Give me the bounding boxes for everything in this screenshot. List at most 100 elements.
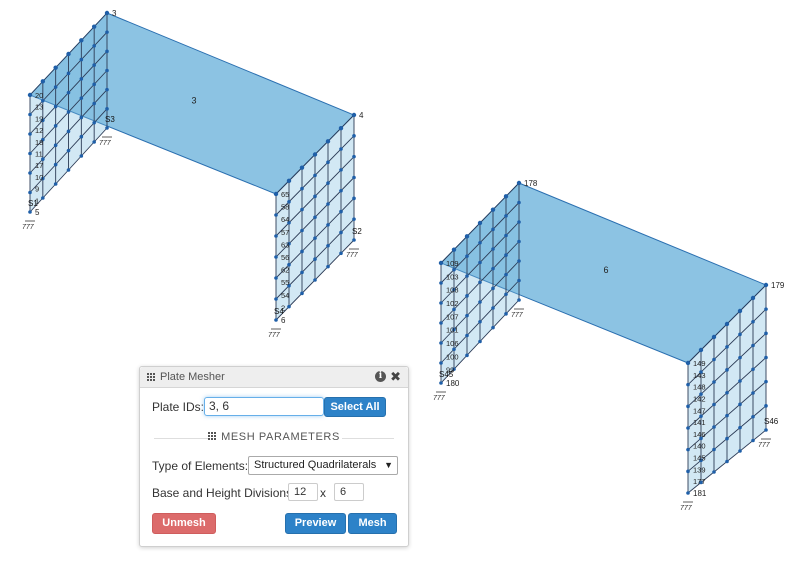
mesh-node[interactable] [53,182,58,186]
mesh-node[interactable] [339,147,343,151]
node-label[interactable]: 56 [281,253,289,262]
node-label[interactable]: 65 [281,190,289,199]
node-label[interactable]: 109 [446,259,459,268]
mesh-node[interactable] [738,355,742,360]
mesh-node[interactable] [92,82,96,87]
mesh-node[interactable] [313,194,317,199]
mesh-node[interactable] [27,92,33,98]
mesh-node[interactable] [105,68,109,73]
mesh-node[interactable] [751,438,755,443]
member-label[interactable]: S2 [352,227,362,236]
mesh-node[interactable] [66,168,71,172]
mesh-node[interactable] [105,87,109,92]
node-label[interactable]: 143 [693,371,706,380]
mesh-node[interactable] [53,65,58,70]
mesh-node[interactable] [478,240,482,245]
mesh-node[interactable] [312,152,318,157]
node-label[interactable]: 11 [35,150,43,159]
mesh-node[interactable] [338,125,344,131]
mesh-node[interactable] [504,214,508,218]
mesh-node[interactable] [274,318,278,322]
mesh-node[interactable] [91,24,97,29]
mesh-node[interactable] [439,301,443,305]
mesh-node[interactable] [504,233,508,238]
mesh-node[interactable] [478,280,482,285]
mesh-node[interactable] [79,115,84,120]
member-label[interactable]: S4 [274,307,284,316]
mesh-node[interactable] [326,264,330,269]
mesh-node[interactable] [105,107,109,111]
corner-node-label[interactable]: 3 [112,9,117,18]
mesh-node[interactable] [465,333,469,338]
mesh-node[interactable] [751,319,755,324]
mesh-node[interactable] [517,220,521,224]
mesh-node[interactable] [738,402,742,407]
mesh-node[interactable] [104,10,110,16]
mesh-node[interactable] [326,243,330,248]
close-icon[interactable]: ✖ [390,369,401,385]
mesh-node[interactable] [751,343,755,348]
mesh-node[interactable] [92,140,96,144]
mesh-node[interactable] [516,180,522,186]
mesh-node[interactable] [764,307,768,311]
height-divisions-input[interactable]: 6 [334,483,364,501]
unmesh-button[interactable]: Unmesh [152,513,216,534]
mesh-node[interactable] [725,413,729,418]
mesh-node[interactable] [339,188,343,193]
node-label[interactable]: 145 [693,454,706,463]
mesh-node[interactable] [439,361,443,365]
mesh-node[interactable] [313,236,317,240]
mesh-node[interactable] [685,360,691,366]
mesh-node[interactable] [503,194,509,199]
mesh-node[interactable] [504,292,508,297]
mesh-node[interactable] [738,425,742,430]
node-label[interactable]: 107 [446,312,459,321]
mesh-node[interactable] [712,470,716,474]
node-label[interactable]: 140 [693,442,706,451]
mesh-node[interactable] [465,254,469,258]
mesh-node[interactable] [764,355,768,360]
mesh-node[interactable] [439,341,443,345]
corner-node-label[interactable]: 179 [771,281,785,290]
mesh-node[interactable] [504,253,508,257]
mesh-node[interactable] [92,101,96,106]
mesh-node[interactable] [300,291,304,296]
mesh-node[interactable] [92,63,96,67]
mesh-node[interactable] [300,270,304,275]
mesh-node[interactable] [478,319,482,324]
mesh-node[interactable] [53,85,58,89]
mesh-node[interactable] [351,112,357,118]
mesh-node[interactable] [725,459,729,464]
corner-node-label[interactable]: 180 [446,379,460,388]
mesh-node[interactable] [28,190,32,195]
mesh-node[interactable] [273,191,279,197]
node-label[interactable]: 54 [281,291,289,300]
member-label[interactable]: S45 [439,370,454,379]
node-label[interactable]: 13 [35,103,43,112]
node-label[interactable]: 63 [281,240,289,249]
mesh-button[interactable]: Mesh [348,513,397,534]
mesh-node[interactable] [53,143,58,148]
node-label[interactable]: 57 [281,228,289,237]
mesh-node[interactable] [491,306,495,310]
mesh-node[interactable] [92,120,96,125]
mesh-node[interactable] [326,160,330,165]
mesh-node[interactable] [28,132,32,136]
mesh-node[interactable] [477,220,483,226]
mesh-node[interactable] [274,276,278,280]
node-label[interactable]: 10 [35,173,43,182]
mesh-node[interactable] [352,238,356,242]
mesh-node[interactable] [504,272,508,277]
mesh-node[interactable] [274,213,278,217]
mesh-node[interactable] [517,278,521,283]
mesh-node[interactable] [738,449,742,453]
mesh-node[interactable] [764,428,768,432]
mesh-node[interactable] [686,469,690,474]
mesh-node[interactable] [517,200,521,205]
mesh-node[interactable] [325,139,331,144]
mesh-node[interactable] [352,134,356,138]
node-label[interactable]: 147 [693,406,706,415]
plate-label[interactable]: 6 [604,265,609,275]
corner-node-label[interactable]: 6 [281,316,286,325]
mesh-node[interactable] [686,404,690,409]
